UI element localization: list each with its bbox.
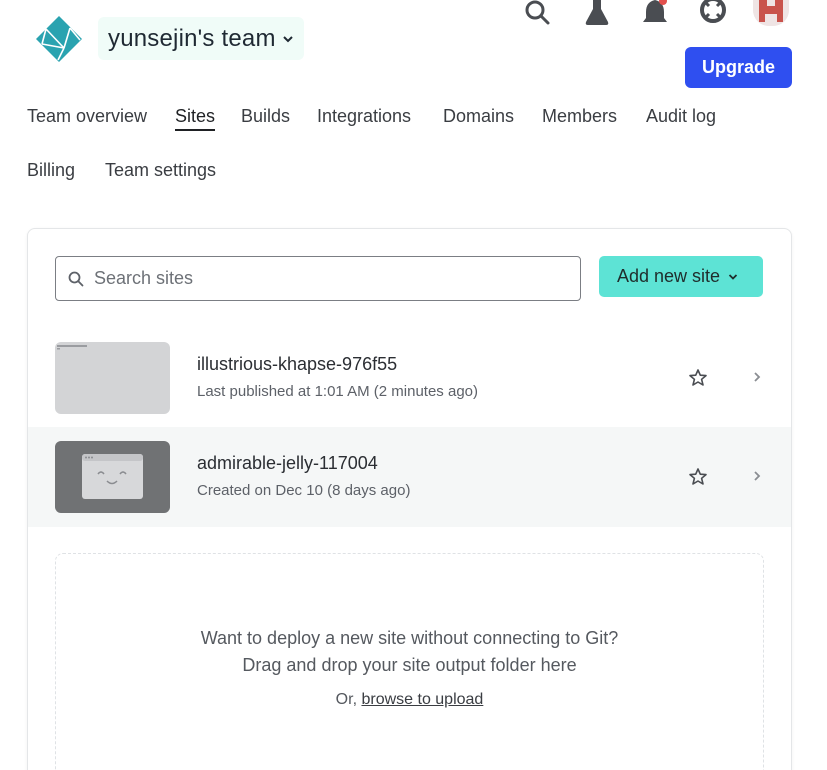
lifebuoy-icon[interactable] (698, 0, 728, 30)
site-meta: Last published at 1:01 AM (2 minutes ago… (197, 383, 479, 400)
drop-zone-subtitle: Drag and drop your site output folder he… (242, 655, 577, 675)
drop-zone-or: Or, browse to upload (56, 691, 763, 709)
team-name: yunsejin's team (108, 24, 276, 52)
nav-sites[interactable]: Sites (175, 106, 216, 131)
star-icon[interactable] (688, 467, 708, 487)
add-new-site-label: Add new site (617, 266, 721, 286)
nav-team-overview[interactable]: Team overview (27, 106, 147, 127)
flask-icon[interactable] (582, 0, 612, 30)
chevron-down-icon (728, 273, 738, 280)
drop-zone-title: Want to deploy a new site without connec… (200, 628, 619, 648)
bell-icon[interactable] (640, 0, 670, 30)
sites-card: Search sites Add new site illustrious-kh… (27, 228, 792, 770)
nav-team-settings[interactable]: Team settings (105, 160, 216, 181)
or-prefix: Or, (335, 691, 358, 708)
team-switcher[interactable]: yunsejin's team (98, 17, 304, 60)
browse-to-upload-link[interactable]: browse to upload (361, 691, 483, 708)
search-icon[interactable] (522, 0, 552, 30)
star-icon[interactable] (688, 368, 708, 388)
site-row[interactable]: admirable-jelly-117004 Created on Dec 10… (28, 427, 791, 527)
chevron-right-icon (754, 471, 761, 481)
site-row[interactable]: illustrious-khapse-976f55 Last published… (28, 328, 791, 428)
netlify-logo-icon[interactable] (34, 14, 84, 64)
search-input[interactable]: Search sites (55, 256, 581, 301)
chevron-down-icon (282, 35, 293, 42)
chevron-right-icon (754, 372, 761, 382)
nav-builds[interactable]: Builds (241, 106, 290, 127)
site-thumbnail (55, 342, 170, 414)
site-thumbnail (55, 441, 170, 513)
nav-integrations[interactable]: Integrations (317, 106, 411, 127)
drop-zone[interactable]: Want to deploy a new site without connec… (55, 553, 764, 770)
nav-billing[interactable]: Billing (27, 160, 75, 181)
site-meta: Created on Dec 10 (8 days ago) (197, 482, 411, 499)
avatar[interactable] (753, 0, 789, 26)
site-name[interactable]: illustrious-khapse-976f55 (197, 354, 397, 375)
upgrade-button[interactable]: Upgrade (685, 47, 792, 88)
nav-members[interactable]: Members (542, 106, 617, 127)
search-placeholder: Search sites (94, 268, 194, 288)
nav-domains[interactable]: Domains (443, 106, 514, 127)
add-new-site-button[interactable]: Add new site (599, 256, 763, 297)
nav-audit-log[interactable]: Audit log (646, 106, 716, 127)
site-name[interactable]: admirable-jelly-117004 (197, 453, 378, 474)
search-icon (68, 271, 84, 286)
